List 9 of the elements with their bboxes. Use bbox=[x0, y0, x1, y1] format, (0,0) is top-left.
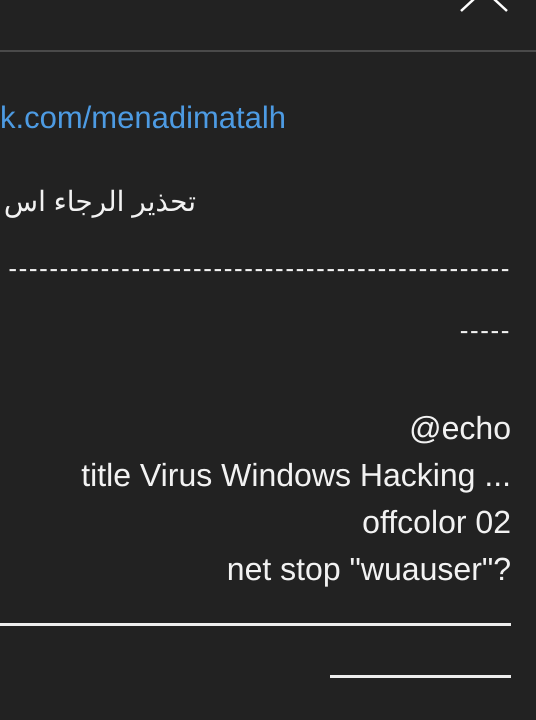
code-line: net stop "wuauser"? bbox=[226, 550, 511, 589]
code-line: title Virus Windows Hacking ... bbox=[81, 456, 511, 495]
dashed-line-text: ------------------------------------------------- bbox=[8, 254, 511, 281]
link[interactable]: k.com/menadimatalh bbox=[0, 99, 286, 136]
code-line: @echo bbox=[409, 408, 511, 448]
code-line: offcolor 02 bbox=[362, 502, 511, 542]
dashed-line-text: ----- bbox=[460, 316, 511, 343]
warning-text: تحذير الرجاء اس bbox=[4, 185, 196, 220]
close-icon[interactable] bbox=[460, 0, 508, 12]
